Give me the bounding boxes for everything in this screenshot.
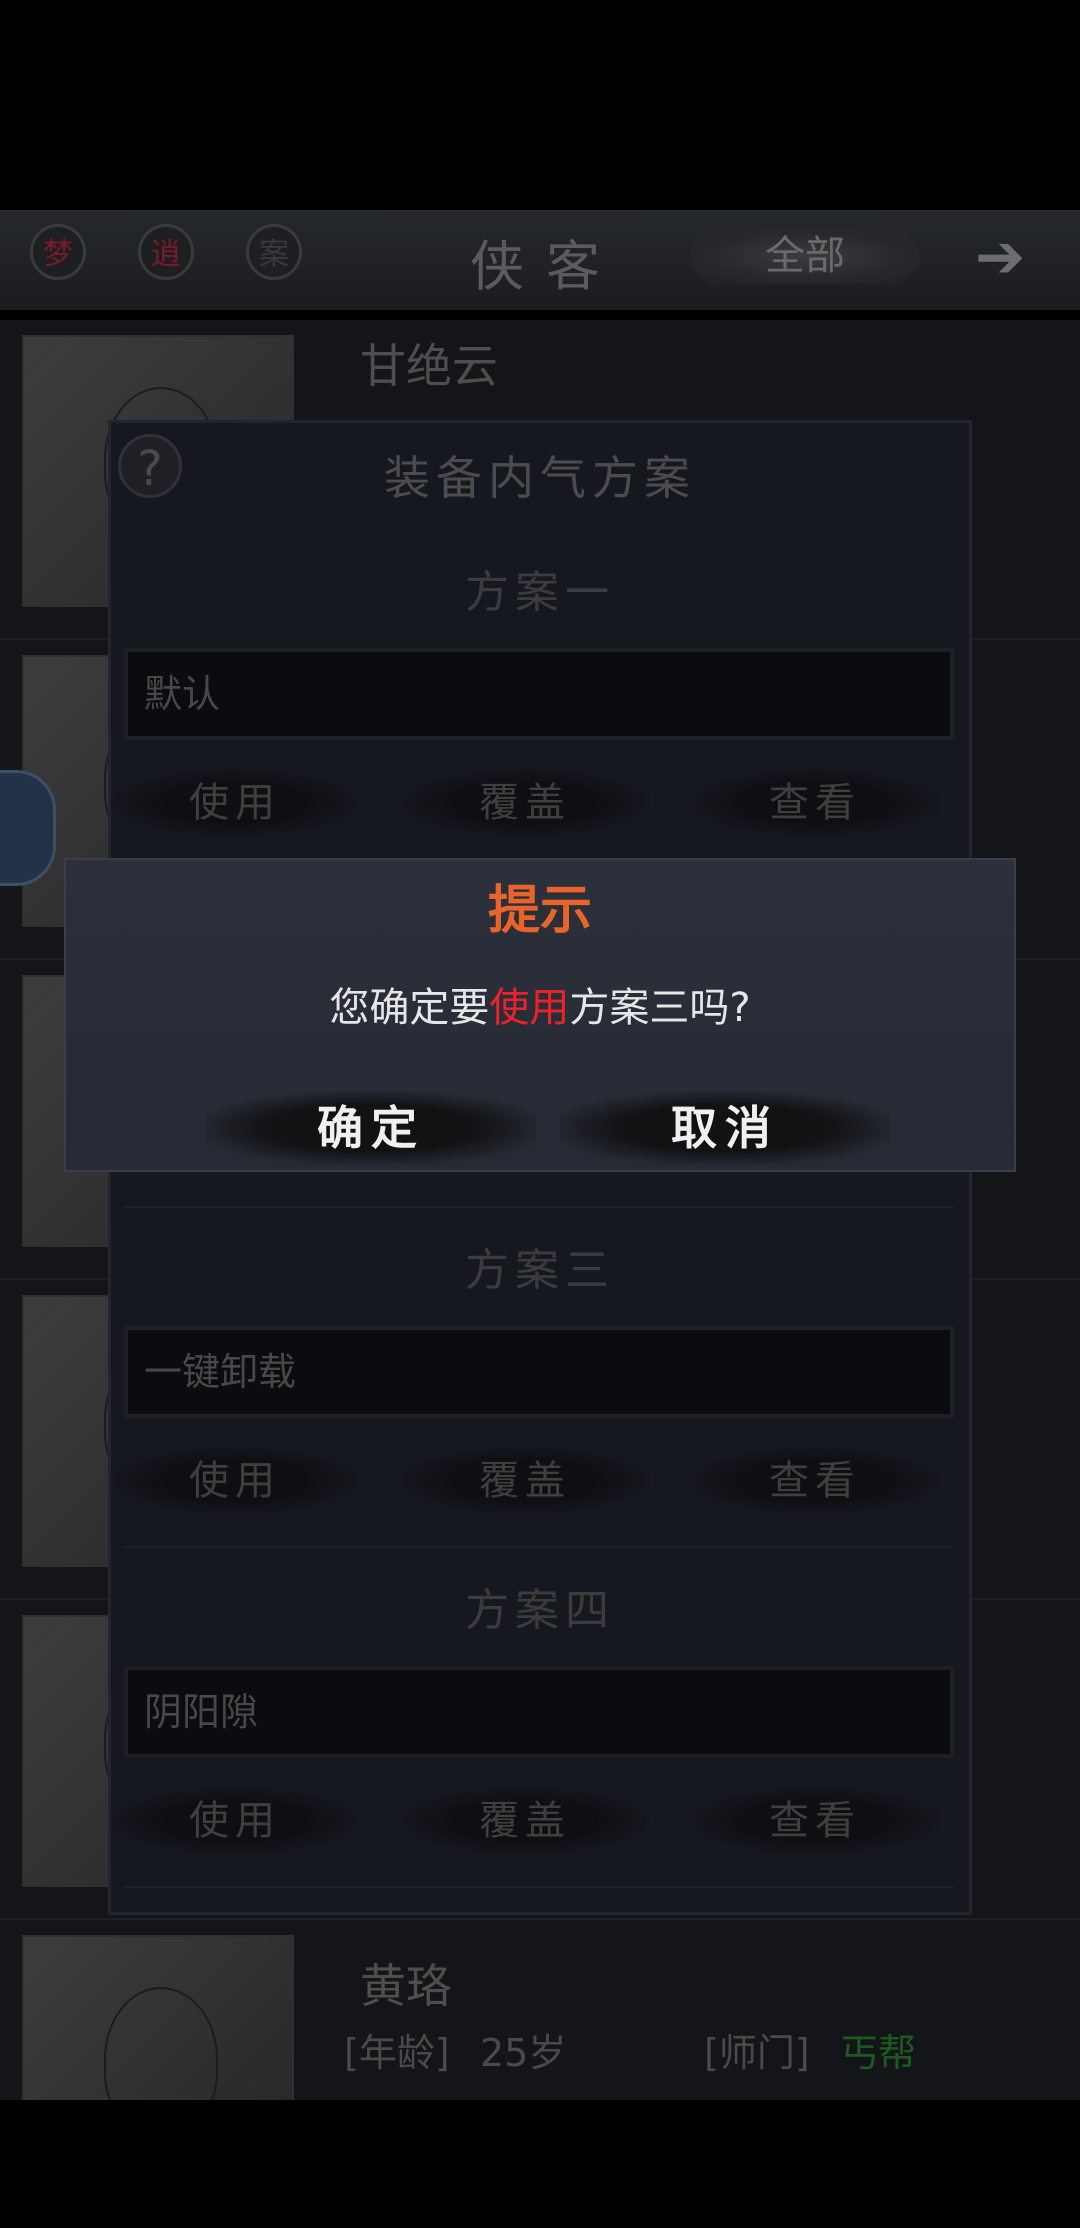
overwrite-button[interactable]: 覆盖	[400, 768, 650, 838]
overwrite-button[interactable]: 覆盖	[400, 1446, 650, 1516]
plan-name-field[interactable]: 阴阳隙	[124, 1666, 954, 1758]
dialog-message-highlight: 使用	[489, 985, 570, 1031]
plan-header: 方案一	[465, 567, 615, 618]
sect-value: 丐帮	[840, 2031, 917, 2075]
character-name: 黄珞	[360, 1959, 452, 2013]
side-tab[interactable]	[0, 770, 56, 886]
sect-icon-1[interactable]: 梦	[30, 224, 86, 280]
dialog-message-start: 您确定要	[329, 985, 490, 1031]
age-label: [年龄]	[344, 2031, 450, 2075]
filter-dropdown[interactable]: 全部	[690, 228, 920, 284]
right-arrow-icon[interactable]: ➔	[975, 222, 1025, 292]
plan-header: 方案四	[465, 1585, 615, 1636]
use-button[interactable]: 使用	[110, 1786, 360, 1856]
divider	[124, 1546, 954, 1548]
plan-header: 方案三	[465, 1245, 615, 1296]
divider	[124, 1886, 954, 1888]
use-button[interactable]: 使用	[110, 768, 360, 838]
plan-name-field[interactable]: 默认	[124, 648, 954, 740]
view-button[interactable]: 查看	[690, 1446, 940, 1516]
plan-name-field[interactable]: 一键卸载	[124, 1326, 954, 1418]
dialog-message: 您确定要使用方案三吗?	[64, 975, 1016, 1033]
view-button[interactable]: 查看	[690, 768, 940, 838]
bottom-bar	[0, 2100, 1080, 2228]
dialog-message-end: 方案三吗?	[569, 985, 751, 1031]
view-button[interactable]: 查看	[690, 1786, 940, 1856]
page-title: 侠客	[470, 235, 622, 298]
confirm-button[interactable]: 确定	[206, 1092, 536, 1164]
plan-panel-title: 装备内气方案	[384, 451, 696, 505]
character-name: 甘绝云	[360, 339, 498, 393]
use-button[interactable]: 使用	[110, 1446, 360, 1516]
divider	[124, 1206, 954, 1208]
age-value: 25岁	[480, 2031, 567, 2075]
sect-icon-3[interactable]: 案	[246, 224, 302, 280]
overwrite-button[interactable]: 覆盖	[400, 1786, 650, 1856]
sect-label: [师门]	[704, 2031, 810, 2075]
dialog-title: 提示	[487, 881, 592, 941]
cancel-button[interactable]: 取消	[560, 1092, 890, 1164]
sect-icon-2[interactable]: 逍	[138, 224, 194, 280]
